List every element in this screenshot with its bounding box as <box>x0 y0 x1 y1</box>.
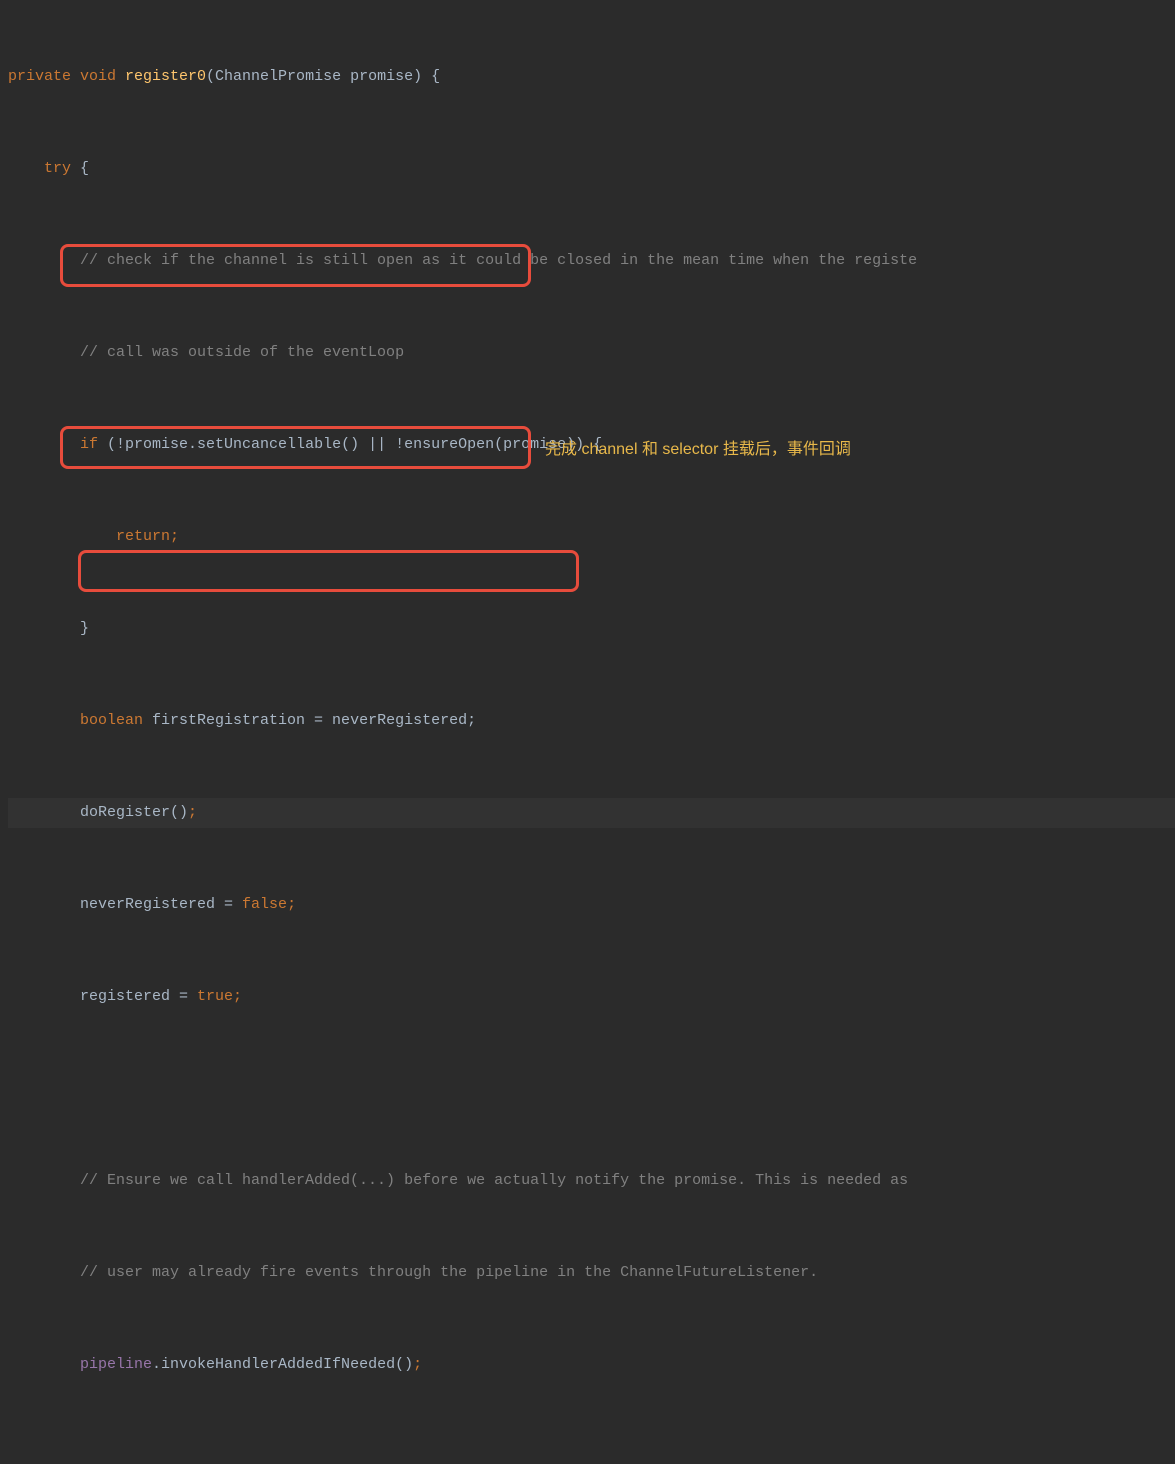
semicolon: ; <box>413 1356 422 1373</box>
code-line: private void register0(ChannelPromise pr… <box>8 62 1175 93</box>
semicolon: ; <box>188 804 197 821</box>
method-call: .invokeHandlerAddedIfNeeded() <box>152 1356 413 1373</box>
code-line: neverRegistered = false; <box>8 890 1175 921</box>
code-line: doRegister(); <box>8 798 1175 829</box>
keyword-private: private <box>8 68 80 85</box>
code-line: registered = true; <box>8 982 1175 1013</box>
highlight-box-3 <box>78 550 579 592</box>
keyword-true: true <box>197 988 233 1005</box>
assignment: neverRegistered = <box>8 896 242 913</box>
keyword-if: if <box>8 436 107 453</box>
assignment: firstRegistration = neverRegistered; <box>152 712 476 729</box>
code-line <box>8 1074 1175 1105</box>
condition: (!promise.setUncancellable() || !ensureO… <box>107 436 602 453</box>
code-line: } <box>8 614 1175 645</box>
comment: // check if the channel is still open as… <box>8 252 917 269</box>
comment: // call was outside of the eventLoop <box>8 344 404 361</box>
brace: { <box>80 160 89 177</box>
code-line: // Ensure we call handlerAdded(...) befo… <box>8 1166 1175 1197</box>
method-name: register0 <box>125 68 206 85</box>
code-line: pipeline.invokeHandlerAddedIfNeeded(); <box>8 1350 1175 1381</box>
params: (ChannelPromise promise) { <box>206 68 440 85</box>
keyword-try: try <box>8 160 80 177</box>
semicolon: ; <box>170 528 179 545</box>
keyword-void: void <box>80 68 125 85</box>
annotation-text: 完成 channel 和 selector 挂载后，事件回调 <box>545 434 851 467</box>
code-line: // user may already fire events through … <box>8 1258 1175 1289</box>
method-call: doRegister() <box>8 804 188 821</box>
semicolon: ; <box>287 896 296 913</box>
keyword-boolean: boolean <box>8 712 152 729</box>
keyword-return: return <box>8 528 170 545</box>
code-line: boolean firstRegistration = neverRegiste… <box>8 706 1175 737</box>
field-pipeline: pipeline <box>8 1356 152 1373</box>
comment: // Ensure we call handlerAdded(...) befo… <box>8 1172 917 1189</box>
semicolon: ; <box>233 988 242 1005</box>
code-line <box>8 1442 1175 1464</box>
code-line: return; <box>8 522 1175 553</box>
code-line: // check if the channel is still open as… <box>8 246 1175 277</box>
comment: // user may already fire events through … <box>8 1264 818 1281</box>
assignment: registered = <box>8 988 197 1005</box>
brace: } <box>8 620 89 637</box>
keyword-false: false <box>242 896 287 913</box>
code-editor: private void register0(ChannelPromise pr… <box>0 0 1175 1464</box>
code-line: // call was outside of the eventLoop <box>8 338 1175 369</box>
code-line: try { <box>8 154 1175 185</box>
